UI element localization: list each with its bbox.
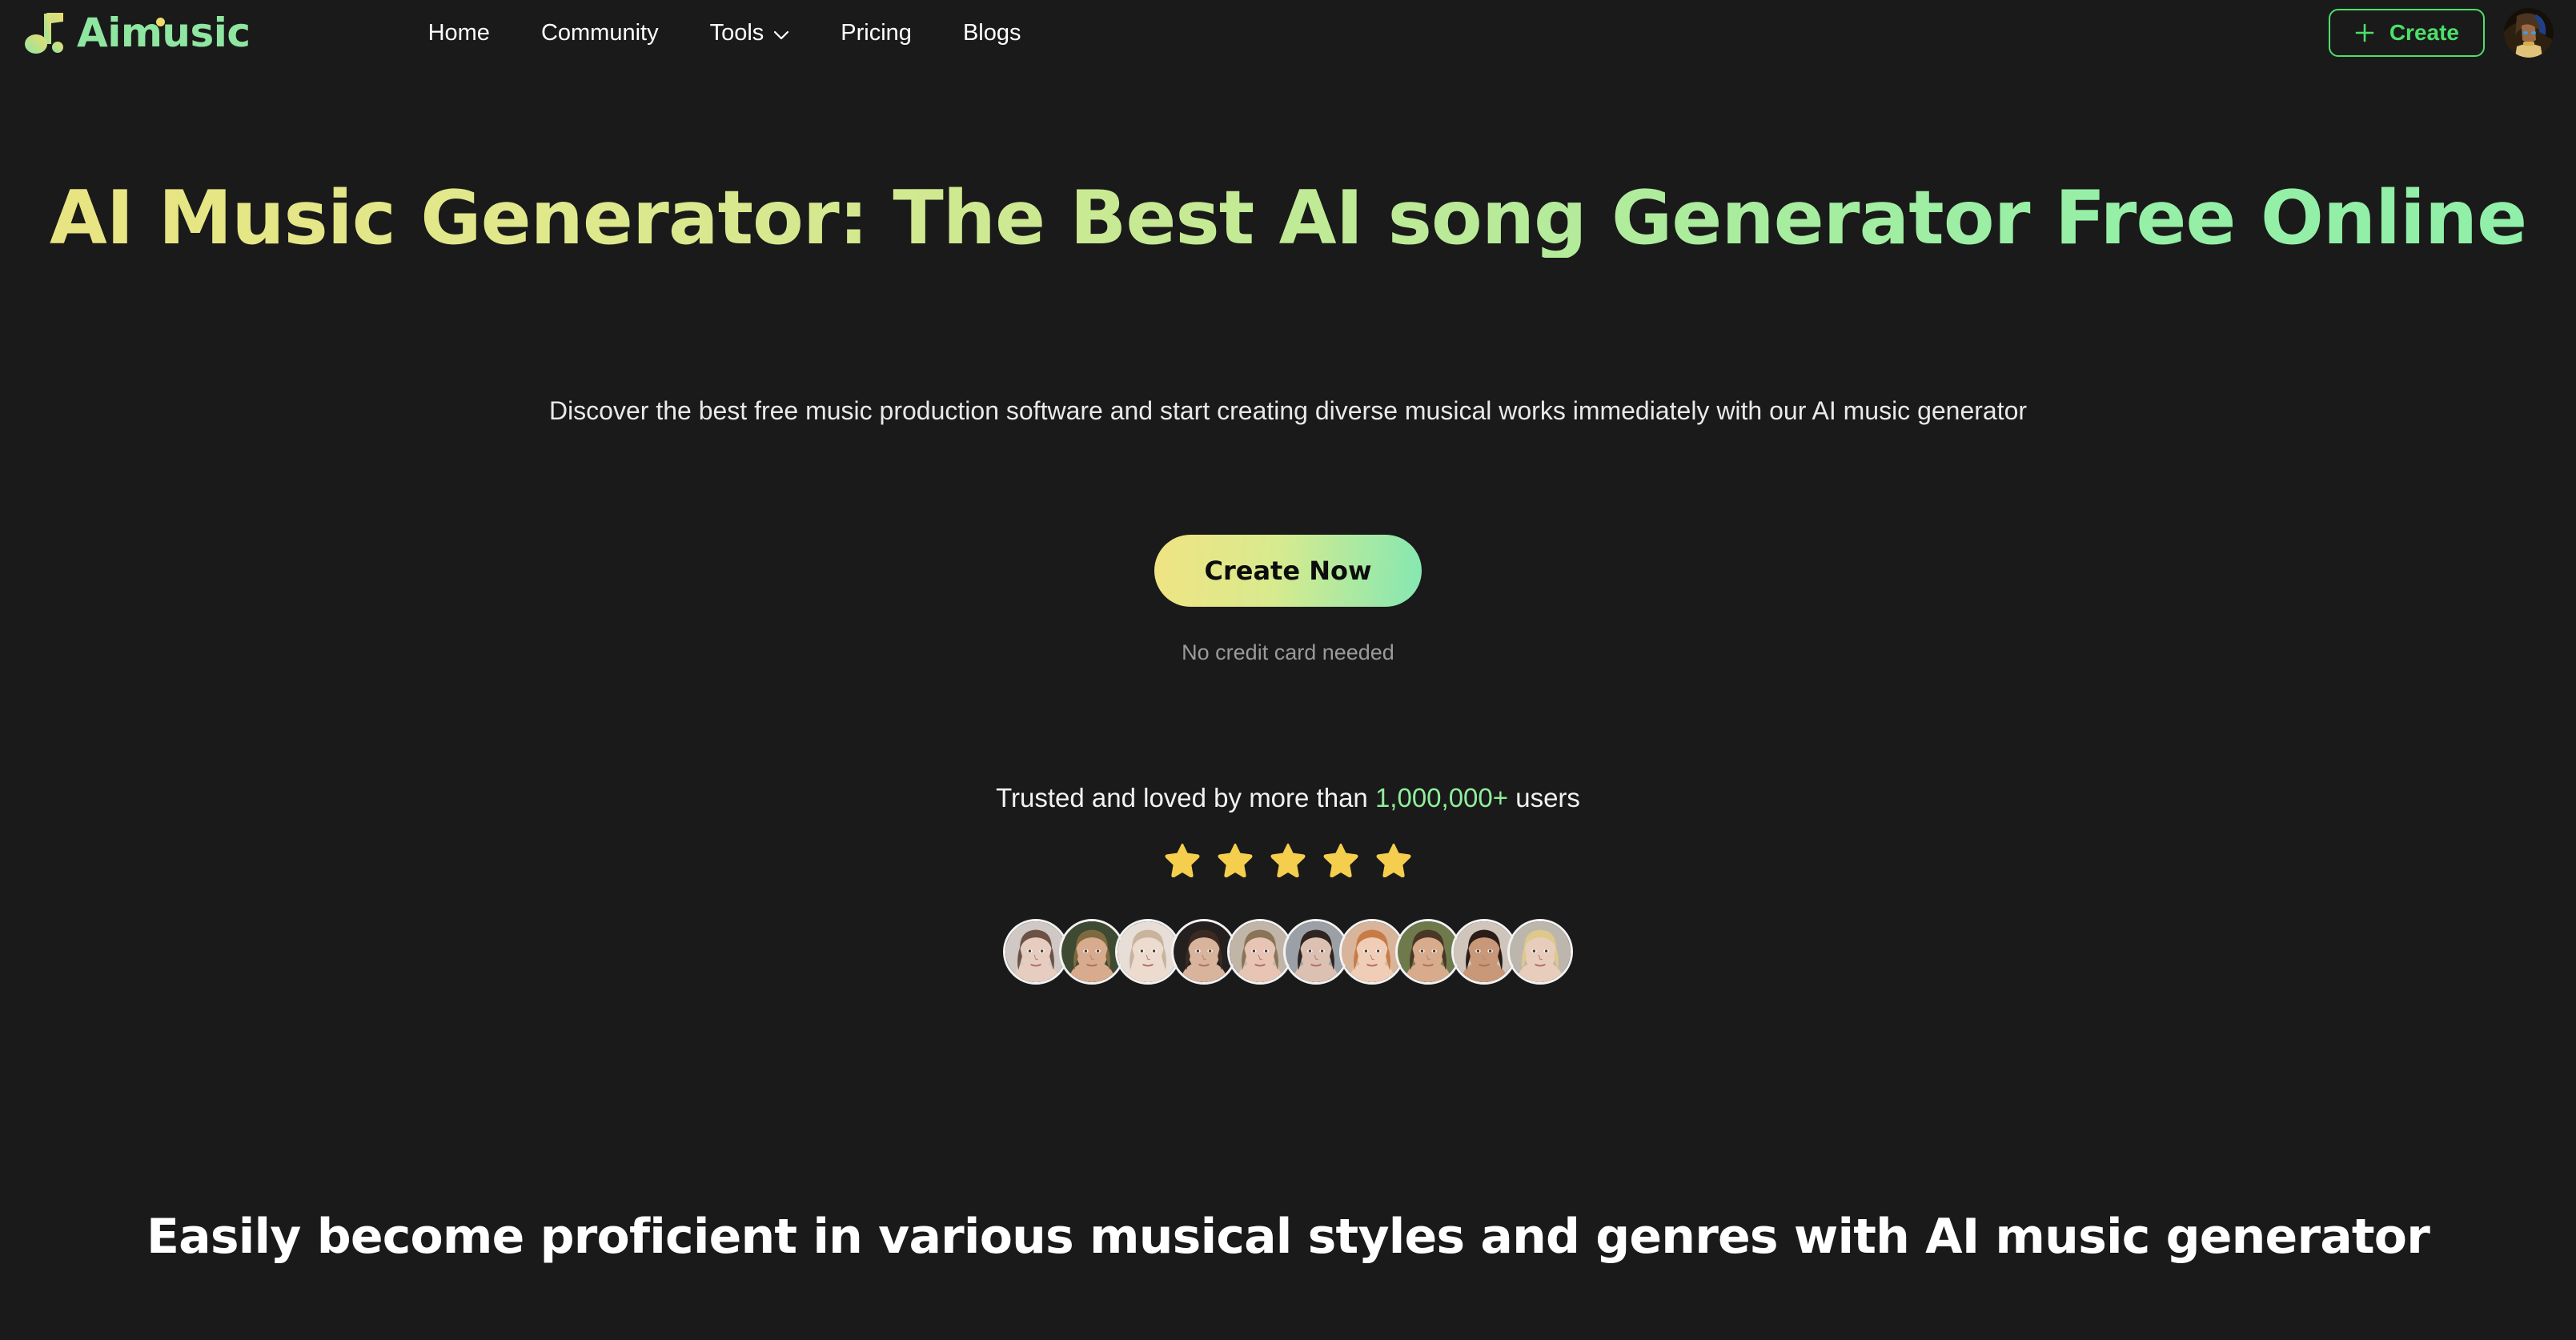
chevron-down-icon	[773, 20, 789, 46]
nav-label: Blogs	[962, 19, 1021, 46]
create-button[interactable]: Create	[2328, 9, 2485, 57]
hero-subtitle: Discover the best free music production …	[548, 396, 2028, 425]
star-icon	[1270, 843, 1306, 877]
trust-line: Trusted and loved by more than 1,000,000…	[0, 783, 2576, 813]
user-avatar-10	[1510, 921, 1571, 982]
create-button-label: Create	[2389, 20, 2459, 45]
user-avatar-row	[0, 919, 2576, 985]
cta-container: Create Now	[0, 535, 2576, 607]
music-note-icon	[24, 10, 66, 55]
cta-note: No credit card needed	[1182, 640, 1394, 664]
trust-prefix: Trusted and loved by more than	[996, 783, 1375, 812]
user-avatar-7	[1342, 921, 1402, 982]
user-avatar-5	[1230, 921, 1290, 982]
nav-label: Community	[540, 19, 659, 46]
user-avatar-2	[1061, 921, 1122, 982]
logo-accent-dot	[156, 18, 165, 26]
plus-icon	[2354, 22, 2375, 43]
header-actions: Create	[2328, 0, 2554, 66]
star-icon	[1323, 843, 1358, 877]
nav-item-tools[interactable]: Tools	[684, 20, 816, 46]
nav-item-pricing[interactable]: Pricing	[815, 20, 937, 46]
section-heading: Easily become proficient in various musi…	[146, 1209, 2430, 1265]
brand-name: Aimusic	[77, 10, 251, 56]
create-now-button[interactable]: Create Now	[1154, 535, 1422, 607]
brand-logo[interactable]: Aimusic	[24, 10, 251, 55]
trust-suffix: users	[1508, 783, 1580, 812]
user-avatar-1	[1005, 921, 1066, 982]
trust-count: 1,000,000+	[1374, 783, 1509, 812]
nav-label: Tools	[709, 19, 764, 46]
star-icon	[1218, 843, 1253, 877]
nav-label: Home	[427, 19, 490, 46]
list-item	[1507, 919, 1573, 985]
nav-label: Pricing	[841, 19, 912, 46]
user-avatar-4	[1174, 921, 1234, 982]
page-title: AI Music Generator: The Best AI song Gen…	[0, 178, 2576, 259]
avatar[interactable]	[2504, 8, 2554, 58]
nav-item-home[interactable]: Home	[403, 20, 516, 46]
user-avatar-3	[1117, 921, 1178, 982]
main-nav: Home Community Tools Pricing Blogs	[403, 20, 1047, 46]
user-avatar-6	[1286, 921, 1346, 982]
star-icon	[1376, 843, 1411, 877]
star-rating	[0, 842, 2576, 877]
nav-item-blogs[interactable]: Blogs	[937, 20, 1047, 46]
nav-item-community[interactable]: Community	[516, 20, 684, 46]
site-header: Aimusic Home Community Tools Pricing Blo…	[0, 0, 2576, 66]
user-avatar-9	[1454, 921, 1515, 982]
star-icon	[1165, 843, 1200, 877]
user-avatar-8	[1398, 921, 1459, 982]
